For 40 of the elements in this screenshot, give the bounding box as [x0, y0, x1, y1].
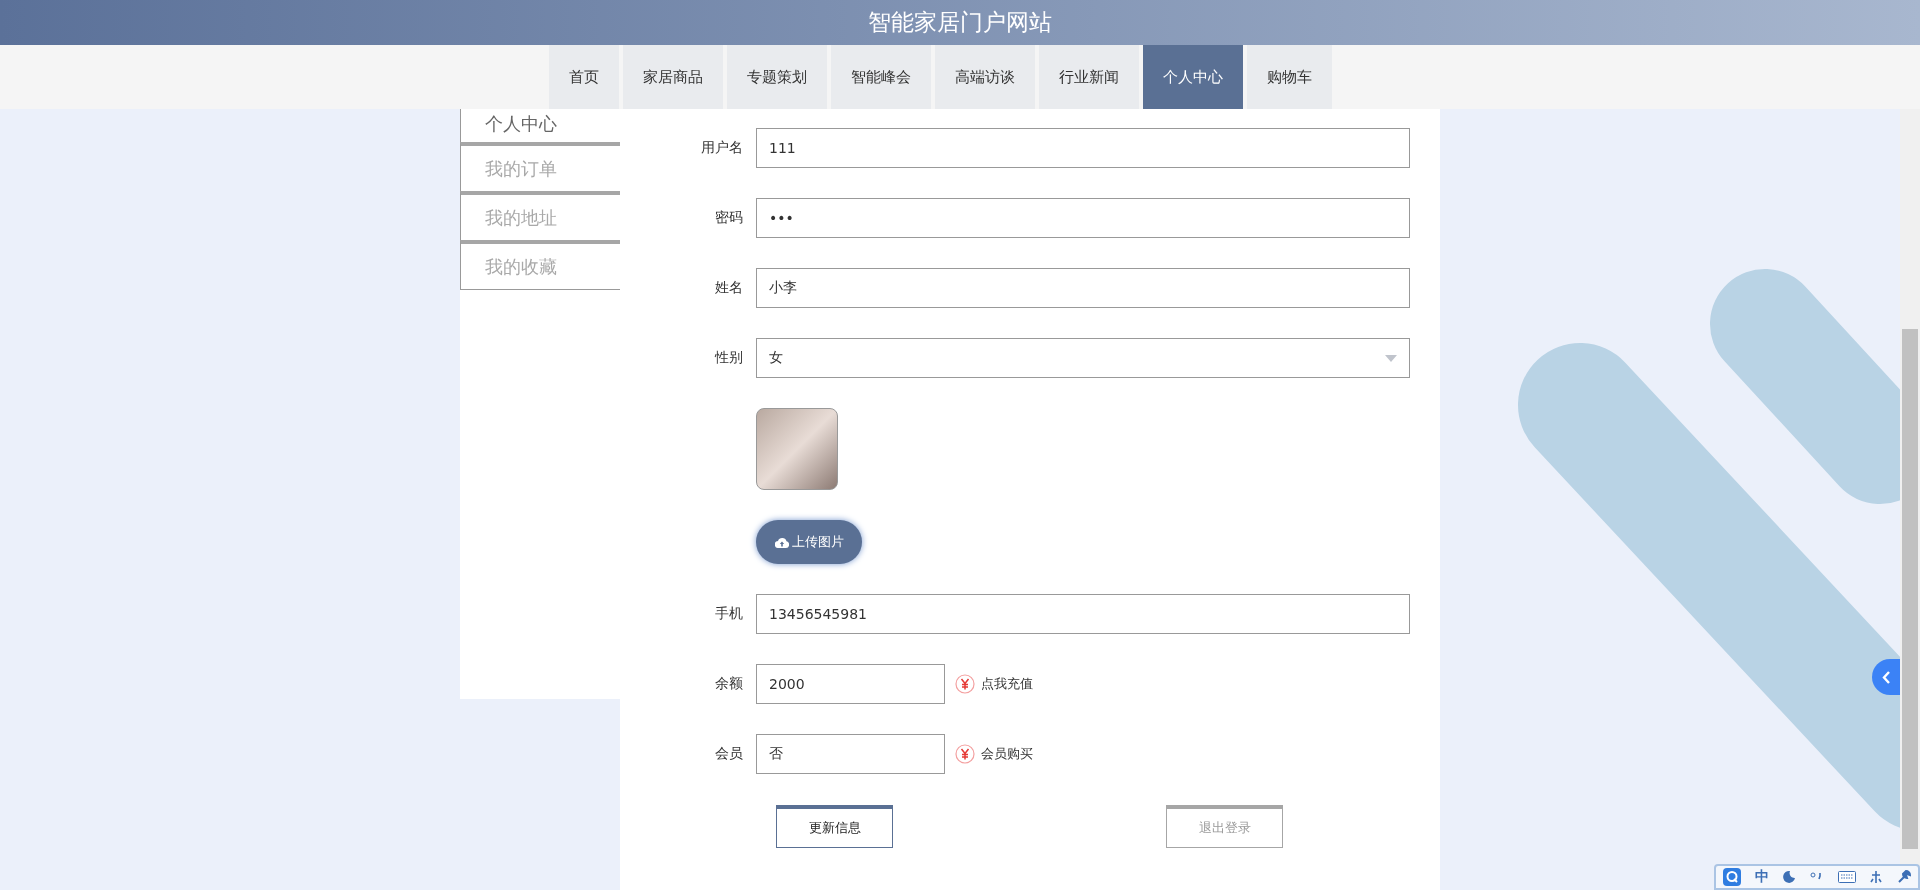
nav-tab[interactable]: 高端访谈	[935, 45, 1035, 109]
nav-tab[interactable]: 首页	[549, 45, 619, 109]
update-button[interactable]: 更新信息	[776, 805, 893, 848]
upload-button[interactable]: 上传图片	[756, 520, 862, 564]
wrench-icon[interactable]	[1897, 870, 1912, 884]
action-link[interactable]: 会员购买	[981, 745, 1033, 763]
caret-icon	[1385, 354, 1397, 362]
nav-tab[interactable]: 行业新闻	[1039, 45, 1139, 109]
chevron-left-icon	[1882, 670, 1890, 684]
punctuation-icon[interactable]	[1809, 872, 1824, 882]
field-label: 密码	[714, 209, 743, 227]
cloud-upload-icon	[774, 536, 789, 548]
toolbox-icon[interactable]	[1869, 870, 1884, 884]
field-label: 余额	[714, 675, 743, 693]
input-field[interactable]: 否	[756, 734, 945, 774]
select-field[interactable]: 女	[756, 338, 1410, 378]
field-label: 用户名	[700, 139, 743, 157]
nav-tab[interactable]: 购物车	[1247, 45, 1332, 109]
nav-tab[interactable]: 专题策划	[727, 45, 827, 109]
nav-tab[interactable]: 家居商品	[623, 45, 723, 109]
nav-tab[interactable]: 智能峰会	[831, 45, 931, 109]
input-field[interactable]: 小李	[756, 268, 1410, 308]
action-link[interactable]: 点我充值	[981, 675, 1033, 693]
input-field[interactable]: 111	[756, 128, 1410, 168]
nav-tab[interactable]: 个人中心	[1143, 45, 1243, 109]
input-field[interactable]: 2000	[756, 664, 945, 704]
keyboard-icon[interactable]	[1837, 871, 1856, 883]
yen-icon	[955, 744, 975, 764]
moon-icon[interactable]	[1782, 870, 1797, 884]
field-label: 会员	[714, 745, 743, 763]
site-title: 智能家居门户网站	[868, 8, 1052, 37]
yen-icon	[955, 674, 975, 694]
field-label: 性别	[713, 349, 743, 367]
input-field[interactable]: •••	[756, 198, 1410, 238]
field-label: 手机	[714, 605, 743, 623]
scrollbar-thumb[interactable]	[1902, 329, 1918, 849]
input-method-logo-icon[interactable]	[1722, 868, 1741, 886]
input-field[interactable]: 13456545981	[756, 594, 1410, 634]
ime-mode[interactable]: 中	[1754, 868, 1769, 886]
field-label: 姓名	[714, 279, 743, 297]
